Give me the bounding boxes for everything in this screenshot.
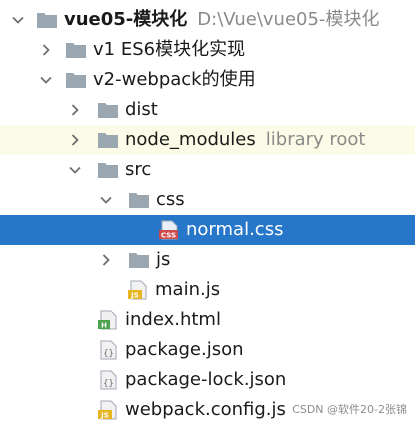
svg-text:JS: JS — [130, 292, 139, 300]
package-lock-json-label: package-lock.json — [125, 369, 287, 390]
tree-row-root[interactable]: vue05-模块化 D:\Vue\vue05-模块化 — [0, 5, 415, 35]
folder-icon — [128, 249, 150, 271]
chevron-down-icon[interactable] — [38, 72, 54, 88]
svg-text:{}: {} — [103, 349, 114, 359]
js-folder-label: js — [156, 249, 171, 270]
index-html-label: index.html — [125, 309, 221, 330]
chevron-right-icon[interactable] — [67, 132, 83, 148]
tree-row-v1-folder[interactable]: v1 ES6模块化实现 — [0, 35, 415, 65]
svg-text:{}: {} — [103, 379, 114, 389]
tree-row-normal-css[interactable]: CSS normal.css — [0, 215, 415, 245]
js-file-icon: JS — [97, 399, 119, 421]
tree-row-package-lock-json[interactable]: {} package-lock.json — [0, 365, 415, 395]
svg-text:H: H — [101, 322, 107, 330]
chevron-right-icon[interactable] — [38, 42, 54, 58]
svg-text:JS: JS — [100, 412, 109, 420]
folder-icon — [97, 129, 119, 151]
dist-folder-label: dist — [125, 99, 158, 120]
csdn-watermark: CSDN @软件20-2张锦 — [292, 403, 407, 416]
tree-row-index-html[interactable]: H index.html — [0, 305, 415, 335]
folder-icon — [97, 99, 119, 121]
folder-icon — [36, 9, 58, 31]
v1-folder-label: v1 ES6模块化实现 — [93, 39, 246, 60]
node-modules-label: node_modules — [125, 129, 256, 150]
tree-row-css[interactable]: css — [0, 185, 415, 215]
chevron-right-icon[interactable] — [67, 102, 83, 118]
main-js-label: main.js — [155, 279, 221, 300]
chevron-down-icon[interactable] — [98, 192, 114, 208]
package-json-label: package.json — [125, 339, 244, 360]
json-file-icon: {} — [97, 369, 119, 391]
tree-row-v2-folder[interactable]: v2-webpack的使用 — [0, 65, 415, 95]
project-tree: vue05-模块化 D:\Vue\vue05-模块化 v1 ES6模块化实现 v2… — [0, 0, 415, 425]
normal-css-label: normal.css — [186, 219, 284, 240]
chevron-down-icon[interactable] — [67, 162, 83, 178]
tree-row-src[interactable]: src — [0, 155, 415, 185]
json-file-icon: {} — [97, 339, 119, 361]
root-folder-label: vue05-模块化 — [64, 9, 188, 30]
folder-icon — [97, 159, 119, 181]
tree-row-node-modules[interactable]: node_modules library root — [0, 125, 415, 155]
folder-icon — [128, 189, 150, 211]
js-file-icon: JS — [127, 279, 149, 301]
folder-icon — [65, 39, 87, 61]
v2-folder-label: v2-webpack的使用 — [93, 69, 256, 90]
tree-row-package-json[interactable]: {} package.json — [0, 335, 415, 365]
chevron-down-icon[interactable] — [10, 12, 26, 28]
css-folder-label: css — [156, 189, 185, 210]
tree-row-dist[interactable]: dist — [0, 95, 415, 125]
chevron-right-icon[interactable] — [98, 252, 114, 268]
library-root-hint: library root — [265, 129, 366, 150]
folder-icon — [65, 69, 87, 91]
src-folder-label: src — [125, 159, 152, 180]
webpack-config-js-label: webpack.config.js — [125, 399, 286, 420]
tree-row-js[interactable]: js — [0, 245, 415, 275]
css-file-icon: CSS — [158, 219, 180, 241]
html-file-icon: H — [97, 309, 119, 331]
svg-text:CSS: CSS — [161, 232, 176, 240]
tree-row-main-js[interactable]: JS main.js — [0, 275, 415, 305]
root-path-hint: D:\Vue\vue05-模块化 — [197, 9, 380, 30]
